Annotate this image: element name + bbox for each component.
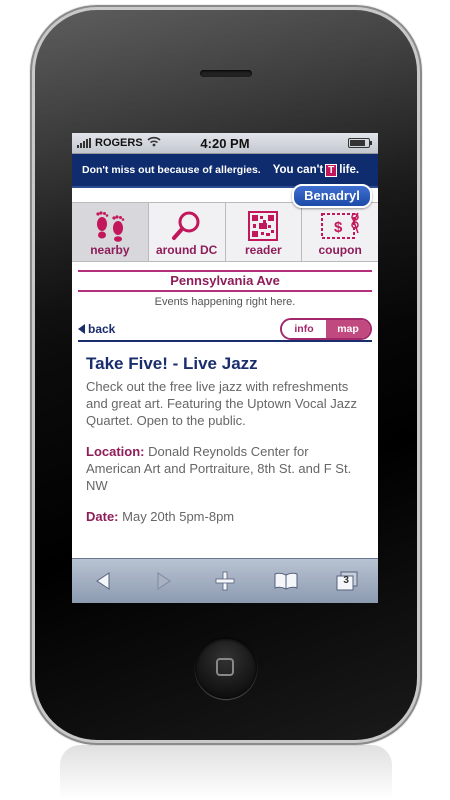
nav-label-reader: reader (245, 243, 282, 257)
location-title: Pennsylvania Ave (78, 270, 372, 292)
event-title: Take Five! - Live Jazz (86, 354, 258, 373)
home-button[interactable] (195, 637, 257, 699)
location-subtitle: Events happening right here. (154, 296, 296, 308)
status-bar: ROGERS 4:20 PM (72, 133, 378, 154)
earpiece-speaker (200, 70, 252, 77)
event-location: Location: Donald Reynolds Center for Ame… (86, 443, 364, 494)
ad-banner[interactable]: Don't miss out because of allergies. You… (72, 154, 378, 188)
back-arrow-icon (78, 324, 85, 334)
barcode-icon (248, 209, 279, 243)
svg-text:$: $ (334, 219, 343, 236)
main-nav: nearby around DC reader $ coupon (72, 202, 378, 262)
wifi-icon (147, 136, 161, 150)
plus-icon (215, 571, 235, 591)
back-label: back (88, 322, 116, 336)
phone-reflection (60, 745, 392, 800)
date-value: May 20th 5pm-8pm (122, 509, 235, 524)
nav-item-reader[interactable]: reader (226, 203, 303, 261)
banner-slogan: You can't Tlife. (272, 164, 360, 177)
benadryl-logo[interactable]: Benadryl (292, 184, 372, 208)
event-details: Take Five! - Live Jazz Check out the fre… (72, 340, 378, 525)
back-row: back info map (78, 318, 372, 342)
home-square-icon (216, 658, 234, 676)
event-description: Check out the free live jazz with refres… (86, 379, 357, 428)
slogan-post: life. (339, 164, 360, 176)
event-date: Date: May 20th 5pm-8pm (86, 508, 364, 525)
forward-triangle-icon (157, 572, 171, 590)
bookmarks-button[interactable] (266, 566, 306, 596)
phone-screen: ROGERS 4:20 PM Don't miss out because of… (72, 133, 378, 603)
browser-back-button[interactable] (83, 566, 123, 596)
battery-icon (348, 138, 372, 148)
info-map-toggle: info map (280, 318, 372, 340)
nav-item-coupon[interactable]: $ coupon (302, 203, 378, 261)
nav-label-coupon: coupon (318, 243, 362, 257)
coupon-scissors-icon: $ (320, 209, 360, 243)
nav-item-around-dc[interactable]: around DC (149, 203, 226, 261)
banner-tagline: Don't miss out because of allergies. (82, 164, 261, 176)
back-triangle-icon (95, 572, 110, 590)
slogan-mark: T (325, 164, 338, 177)
battery-fill (350, 140, 366, 146)
nav-item-nearby[interactable]: nearby (72, 203, 149, 261)
back-button[interactable]: back (78, 322, 115, 336)
book-icon (274, 572, 298, 590)
pages-button[interactable]: 3 (327, 566, 367, 596)
tab-info[interactable]: info (282, 320, 326, 338)
footprints-icon (90, 209, 130, 243)
slogan-pre: You can't (272, 164, 324, 176)
date-label: Date: (86, 509, 119, 524)
browser-forward-button[interactable] (144, 566, 184, 596)
magnifier-icon (170, 209, 204, 243)
add-bookmark-button[interactable] (205, 566, 245, 596)
signal-bars-icon (77, 138, 91, 148)
location-label: Location: (86, 444, 145, 459)
nav-label-nearby: nearby (90, 243, 130, 257)
browser-toolbar: 3 (72, 558, 378, 603)
carrier-name: ROGERS (95, 137, 143, 149)
tab-map[interactable]: map (326, 320, 370, 338)
pages-count: 3 (343, 575, 349, 586)
divider-line (78, 340, 372, 342)
nav-label-around-dc: around DC (155, 243, 218, 257)
